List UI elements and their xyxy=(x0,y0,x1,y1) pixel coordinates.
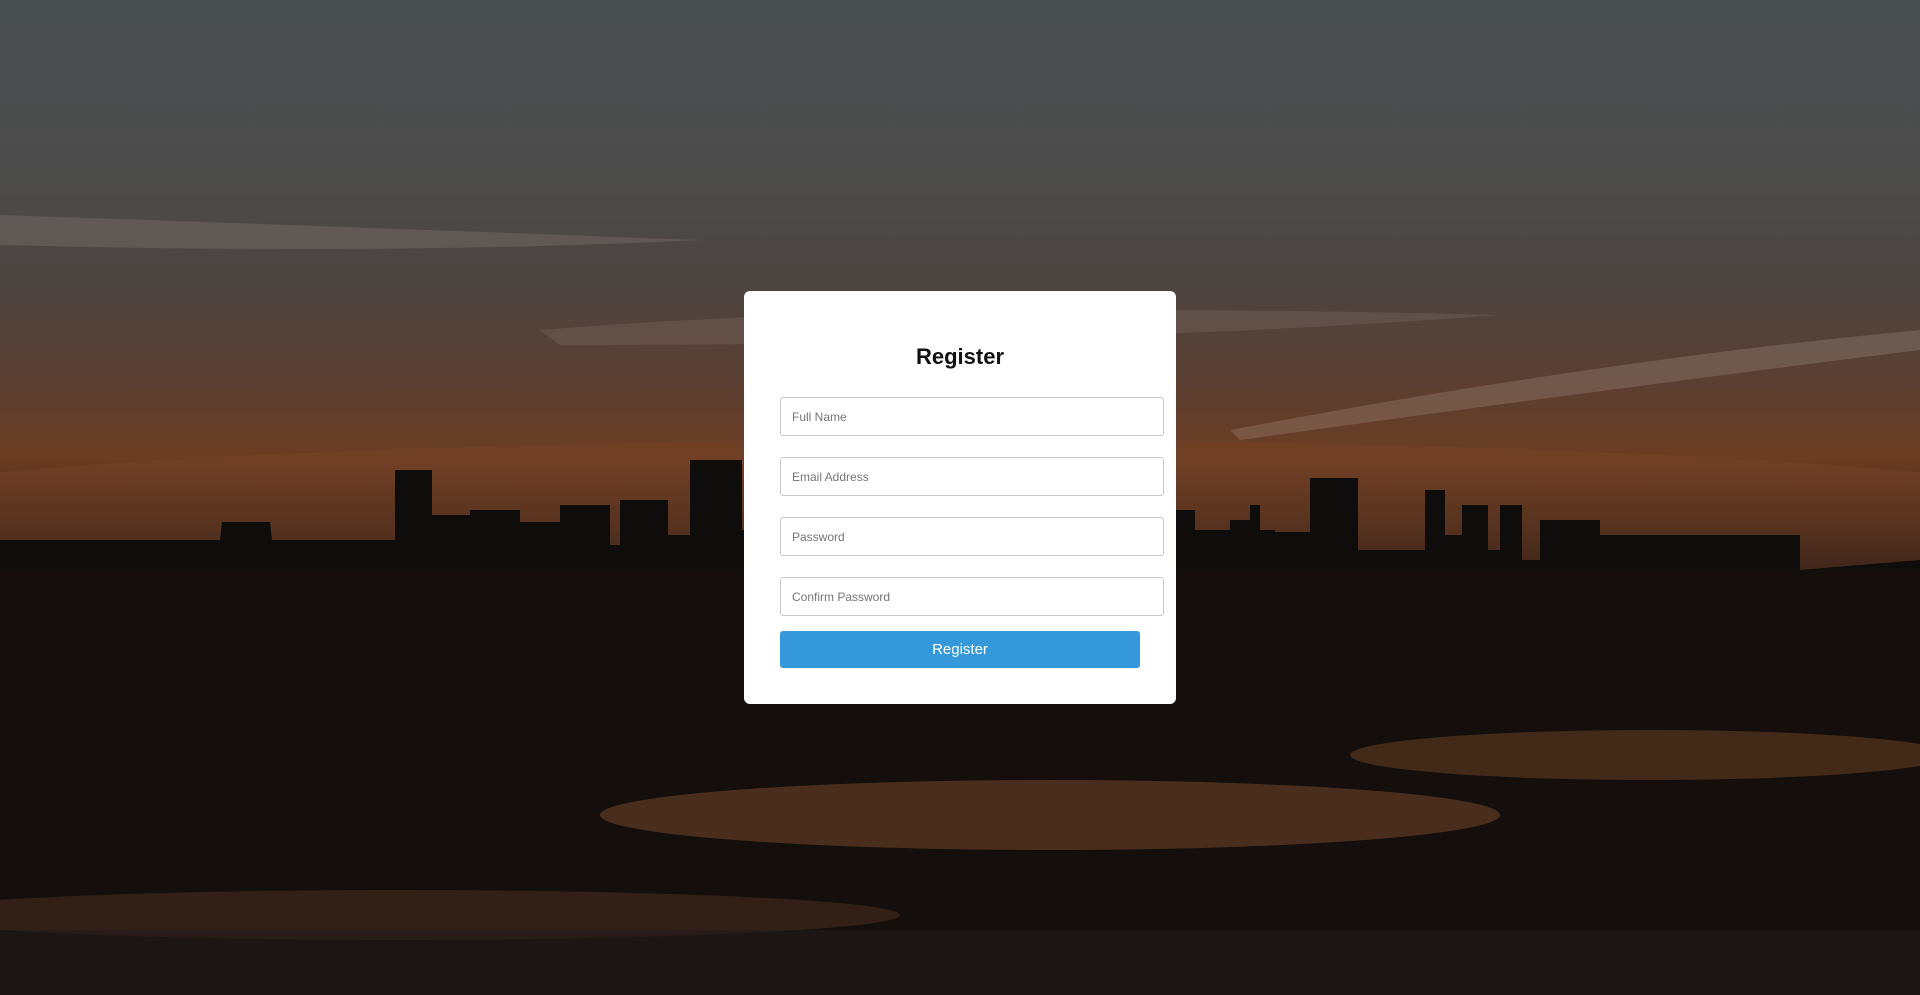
register-button[interactable]: Register xyxy=(780,631,1140,668)
email-address-input[interactable] xyxy=(780,457,1164,496)
register-card: Register Register xyxy=(744,291,1176,704)
full-name-input[interactable] xyxy=(780,397,1164,436)
register-title: Register xyxy=(915,344,1005,369)
password-input[interactable] xyxy=(780,517,1164,556)
confirm-password-input[interactable] xyxy=(780,577,1164,616)
